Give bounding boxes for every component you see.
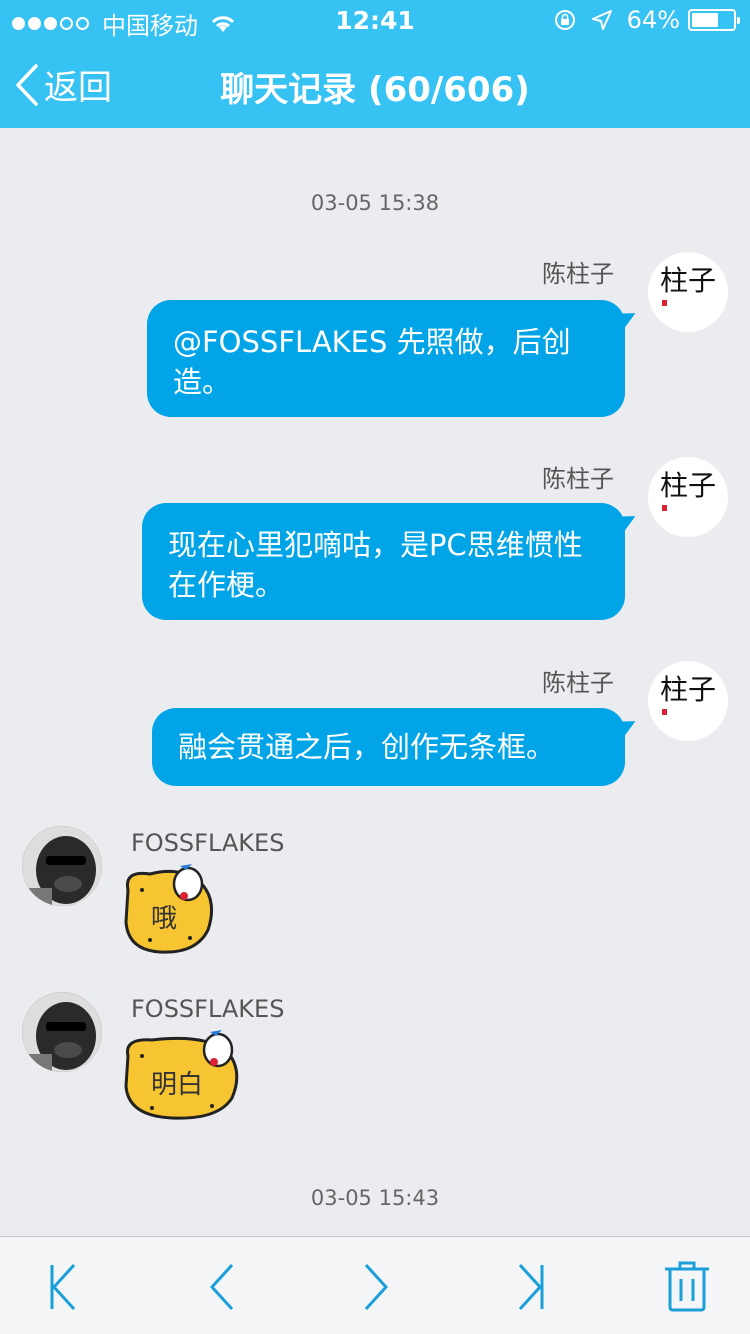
bottom-toolbar xyxy=(0,1236,750,1334)
delete-button[interactable] xyxy=(662,1259,714,1312)
calligraphy-avatar-icon: 柱子 xyxy=(660,673,716,715)
next-page-button[interactable] xyxy=(356,1261,416,1313)
battery-fill xyxy=(692,13,718,27)
sender-name: FOSSFLAKES xyxy=(131,995,285,1023)
sender-name: 陈柱子 xyxy=(542,465,614,493)
battery-percent: 64% xyxy=(626,6,680,34)
nav-bar: 返回 聊天记录 (60/606) xyxy=(0,40,750,128)
prev-page-icon xyxy=(209,1263,234,1311)
avatar-glyph: 柱子 xyxy=(660,469,716,502)
avatar[interactable]: 柱子 xyxy=(648,457,728,537)
next-page-icon xyxy=(364,1263,389,1311)
message-bubble[interactable]: @FOSSFLAKES 先照做，后创造。 xyxy=(147,300,625,417)
avatar[interactable]: 柱子 xyxy=(648,661,728,741)
gorilla-avatar-icon xyxy=(22,992,102,1072)
rotation-lock-icon xyxy=(554,10,575,30)
first-page-button[interactable] xyxy=(42,1261,102,1313)
sender-name: FOSSFLAKES xyxy=(131,829,285,857)
avatar-glyph: 柱子 xyxy=(660,673,716,706)
sender-name: 陈柱子 xyxy=(542,669,614,697)
first-page-icon xyxy=(50,1263,76,1311)
message-bubble[interactable]: 融会贯通之后，创作无条框。 xyxy=(152,708,625,786)
sticker[interactable]: 明白 xyxy=(122,1026,244,1122)
calligraphy-avatar-icon: 柱子 xyxy=(660,264,716,306)
last-page-icon xyxy=(518,1263,544,1311)
prev-page-button[interactable] xyxy=(202,1261,262,1313)
avatar[interactable] xyxy=(22,826,102,906)
status-bar: 中国移动 12:41 64% xyxy=(0,0,750,40)
avatar-glyph: 柱子 xyxy=(660,264,716,297)
header-bar: 中国移动 12:41 64% 返回 聊天记录 (60/606) xyxy=(0,0,750,128)
message-bubble[interactable]: 现在心里犯嘀咕，是PC思维惯性在作梗。 xyxy=(142,503,625,620)
battery-icon xyxy=(688,9,740,31)
sticker[interactable]: 哦 xyxy=(120,860,240,956)
page-title: 聊天记录 (60/606) xyxy=(220,70,530,110)
timestamp: 03-05 15:38 xyxy=(310,191,440,215)
sender-name: 陈柱子 xyxy=(542,260,614,288)
sticker-text: 明白 xyxy=(151,1070,204,1100)
location-icon xyxy=(591,10,612,30)
timestamp: 03-05 15:43 xyxy=(310,1186,440,1210)
avatar[interactable]: 柱子 xyxy=(648,252,728,332)
last-page-button[interactable] xyxy=(512,1261,572,1313)
calligraphy-avatar-icon: 柱子 xyxy=(660,469,716,511)
trash-icon xyxy=(665,1261,709,1312)
sticker-text: 哦 xyxy=(151,904,178,934)
avatar[interactable] xyxy=(22,992,102,1072)
gorilla-avatar-icon xyxy=(22,826,102,906)
